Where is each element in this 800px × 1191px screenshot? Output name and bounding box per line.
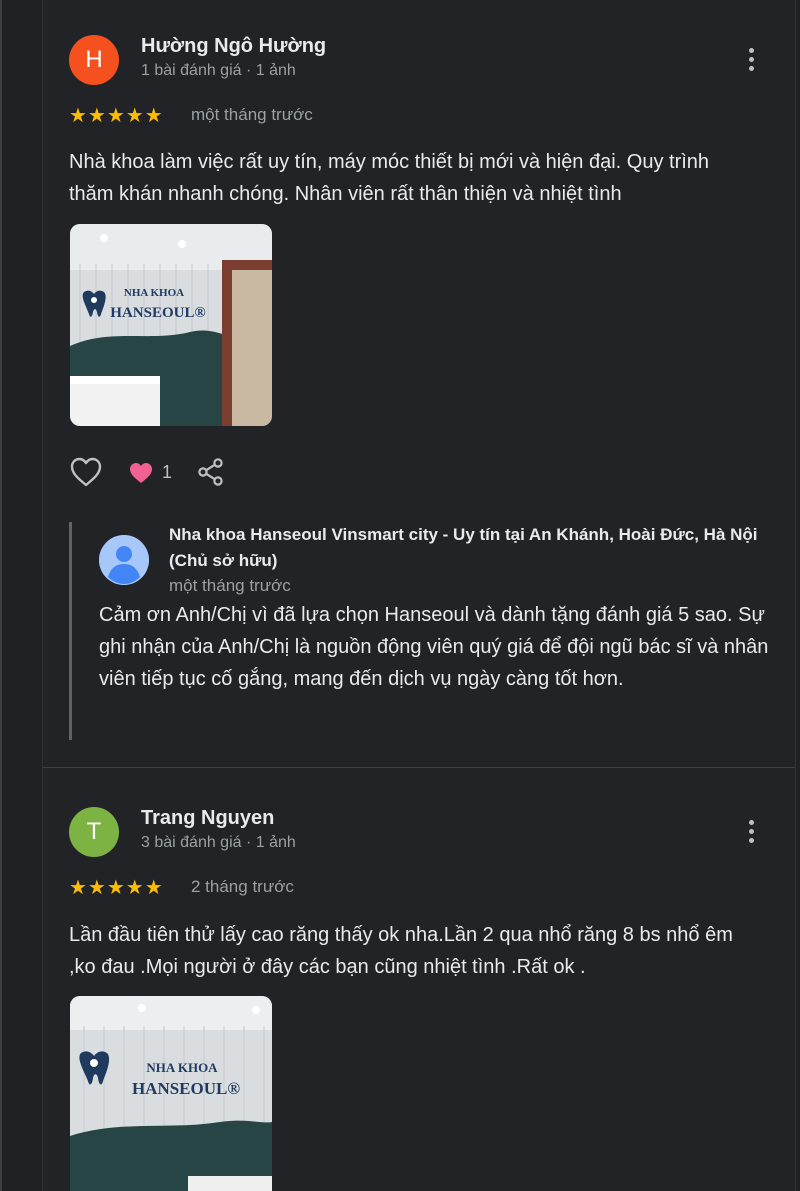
reviewer-avatar[interactable]: H	[69, 35, 119, 85]
reviewer-name[interactable]: Hường Ngô Hường	[141, 35, 326, 58]
review-card: H Hường Ngô Hường 1 bài đánh giá · 1 ảnh…	[43, 0, 795, 768]
share-icon[interactable]	[196, 457, 226, 487]
more-options-icon[interactable]	[741, 815, 761, 847]
review-photo[interactable]: NHA KHOA HANSEOUL®	[70, 996, 272, 1191]
owner-reply-text: Cảm ơn Anh/Chị vì đã lựa chọn Hanseoul v…	[99, 604, 769, 690]
owner-name[interactable]: Nha khoa Hanseoul Vinsmart city - Uy tín…	[169, 522, 769, 574]
avatar-letter: T	[86, 818, 102, 845]
reviews-page: H Hường Ngô Hường 1 bài đánh giá · 1 ảnh…	[0, 0, 800, 1191]
reviewer-meta: 1 bài đánh giá · 1 ảnh	[141, 62, 296, 79]
like-icon[interactable]	[69, 456, 103, 488]
review-date: 2 tháng trước	[191, 877, 294, 896]
sign-line-1: NHA KHOA	[124, 287, 184, 299]
heart-icon	[128, 461, 154, 485]
avatar-letter: H	[85, 46, 103, 73]
review-text: Nhà khoa làm việc rất uy tín, máy móc th…	[69, 151, 710, 205]
more-options-icon[interactable]	[741, 43, 761, 75]
reviewer-name[interactable]: Trang Nguyen	[141, 807, 274, 830]
sign-line-2: HANSEOUL®	[110, 305, 205, 321]
owner-avatar-icon	[99, 535, 149, 585]
reaction-count: 1	[162, 462, 173, 482]
sign-line-1: NHA KHOA	[146, 1060, 218, 1075]
star-rating: ★★★★★	[69, 103, 164, 127]
review-photo[interactable]: NHA KHOA HANSEOUL®	[70, 224, 272, 426]
reply-indent-bar	[69, 522, 72, 740]
window-edge	[0, 0, 2, 1191]
review-text: Lần đầu tiên thử lấy cao răng thấy ok nh…	[69, 924, 733, 978]
owner-reply-date: một tháng trước	[169, 576, 291, 595]
clinic-reception-photo: NHA KHOA HANSEOUL®	[70, 224, 272, 426]
review-card: T Trang Nguyen 3 bài đánh giá · 1 ảnh ★★…	[43, 768, 795, 1191]
reviewer-avatar[interactable]: T	[69, 807, 119, 857]
clinic-sign-photo: NHA KHOA HANSEOUL®	[70, 996, 272, 1191]
reviews-panel: H Hường Ngô Hường 1 bài đánh giá · 1 ảnh…	[42, 0, 796, 1191]
star-rating: ★★★★★	[69, 875, 164, 899]
reviewer-meta: 3 bài đánh giá · 1 ảnh	[141, 834, 296, 851]
sign-line-2: HANSEOUL®	[132, 1079, 240, 1098]
review-date: một tháng trước	[191, 105, 313, 124]
